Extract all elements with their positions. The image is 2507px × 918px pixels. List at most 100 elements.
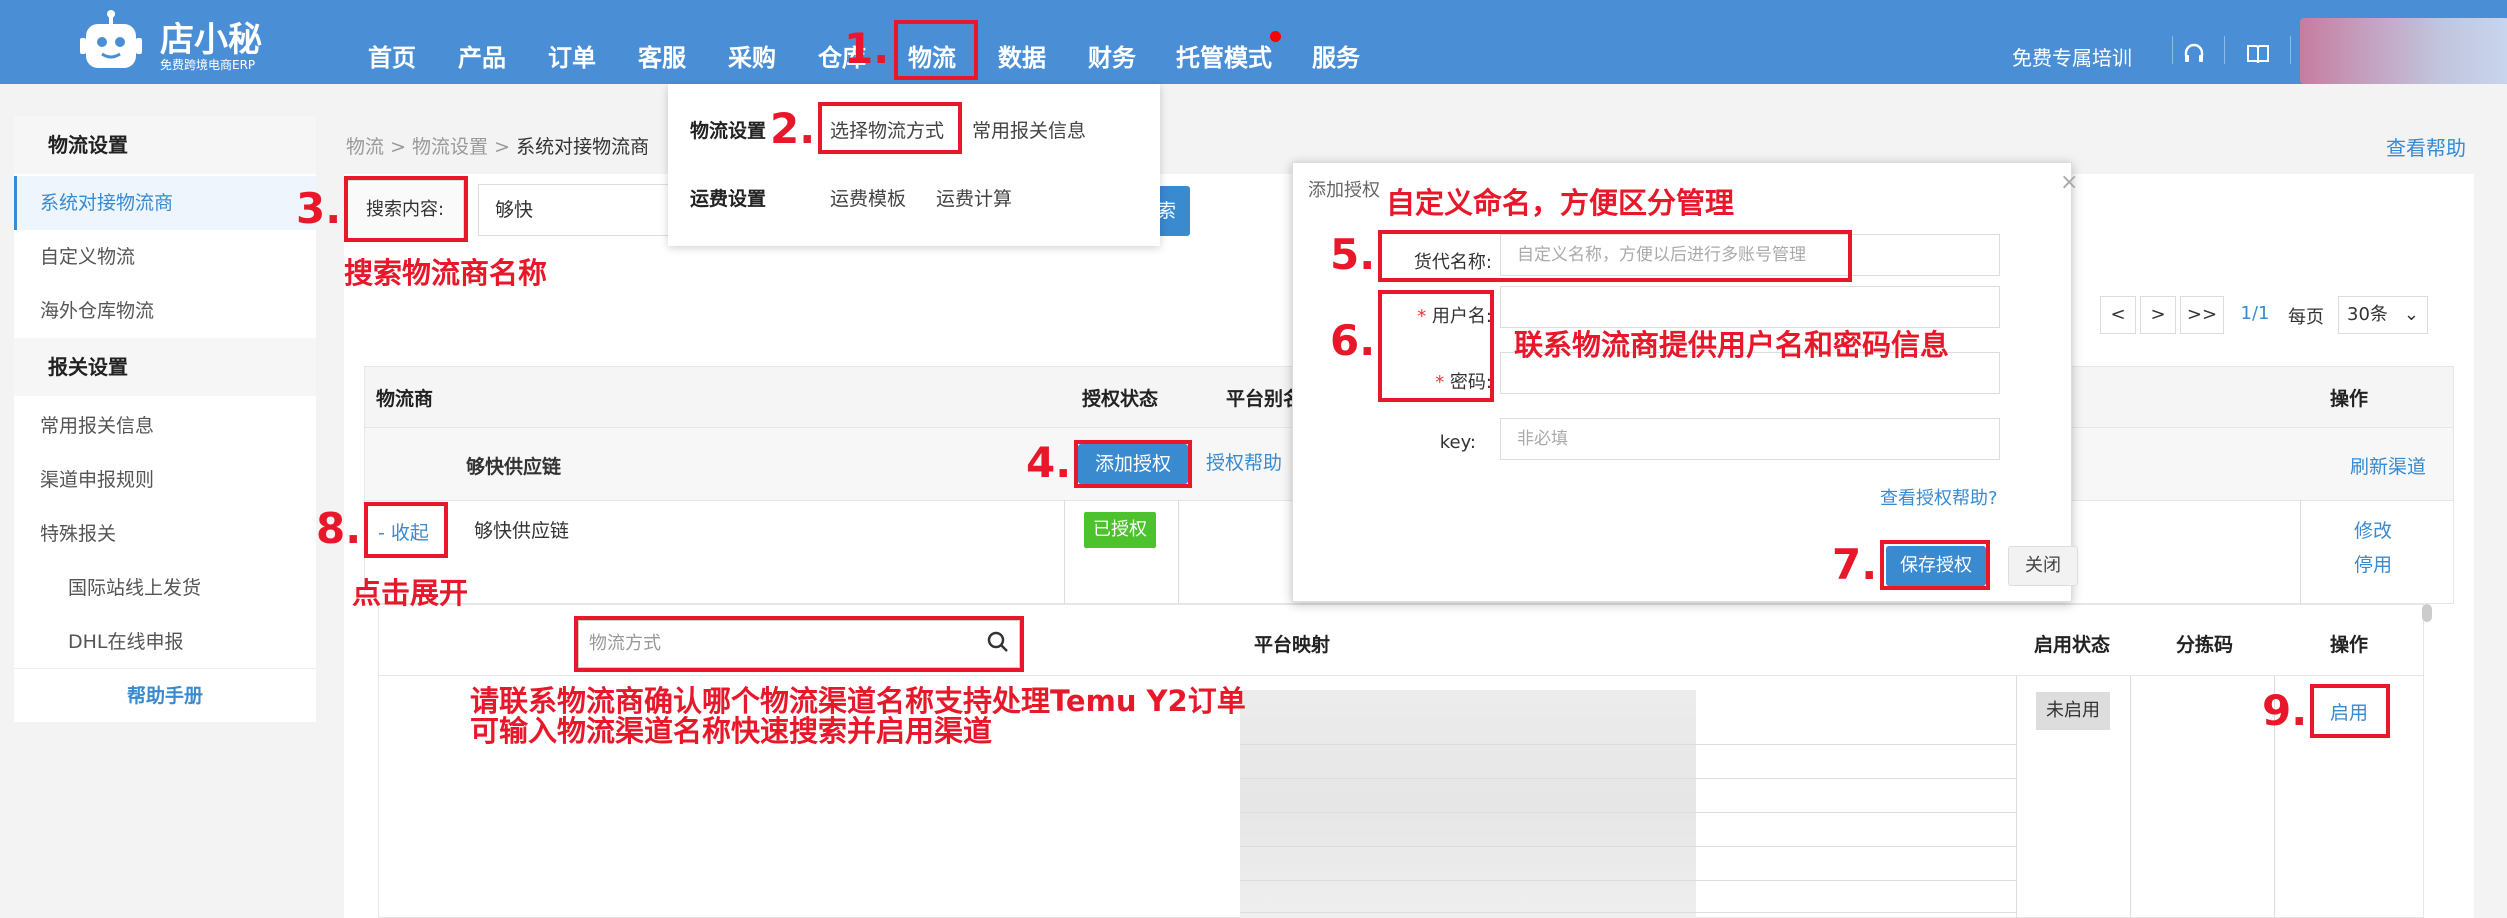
row-line (1240, 812, 2016, 813)
left-sidebar: 物流设置 系统对接物流商 自定义物流 海外仓库物流 报关设置 常用报关信息 渠道… (14, 116, 316, 722)
dropdown-section-freight: 运费设置 (690, 188, 767, 210)
sidebar-item-intl-online-shipping[interactable]: 国际站线上发货 (14, 561, 316, 615)
free-training-link[interactable]: 免费专属培训 (2012, 42, 2132, 71)
disable-link[interactable]: 停用 (2354, 550, 2392, 577)
view-auth-help-link[interactable]: 查看授权帮助? (1880, 484, 1998, 510)
row-divider (2300, 500, 2301, 604)
menu-item-freight-template[interactable]: 运费模板 (830, 184, 906, 211)
sidebar-item-system-carriers[interactable]: 系统对接物流商 (14, 176, 316, 230)
book-icon[interactable] (2246, 43, 2270, 69)
per-page-label: 每页 (2288, 307, 2324, 328)
breadcrumb-logistics-settings[interactable]: 物流设置 (412, 136, 488, 158)
dialog-title: 添加授权 (1308, 180, 1380, 201)
annotation-number-6: 6. (1330, 316, 1376, 365)
nav-customer-service[interactable]: 客服 (638, 38, 686, 73)
key-input[interactable]: 非必填 (1500, 418, 2000, 460)
nav-home[interactable]: 首页 (368, 38, 416, 73)
sidebar-item-overseas-warehouse[interactable]: 海外仓库物流 (14, 284, 316, 338)
per-page-select[interactable]: 30条 ⌄ (2338, 296, 2428, 334)
annotation-note-6: 联系物流商提供用户名和密码信息 (1514, 328, 1950, 362)
nav-orders[interactable]: 订单 (548, 38, 596, 73)
scrollbar-thumb[interactable] (2422, 604, 2432, 622)
nav-divider (2290, 36, 2291, 64)
nav-services[interactable]: 服务 (1312, 38, 1360, 73)
row-line (1240, 912, 2016, 913)
annotation-box-1 (894, 20, 978, 80)
col-channel-ops: 操作 (2330, 634, 2369, 656)
row-line (1240, 846, 2016, 847)
col-enable-status: 启用状态 (2034, 634, 2111, 656)
close-icon[interactable]: × (2060, 170, 2078, 195)
refresh-channels-link[interactable]: 刷新渠道 (2350, 452, 2426, 479)
annotation-note-5: 自定义命名，方便区分管理 (1386, 186, 1735, 220)
nav-finance[interactable]: 财务 (1088, 38, 1136, 73)
pager-next-button[interactable]: > (2140, 296, 2176, 334)
user-account-blurred[interactable] (2300, 18, 2507, 84)
pager-prev-button[interactable]: < (2100, 296, 2136, 334)
annotation-number-7: 7. (1832, 540, 1878, 589)
col-carrier: 物流商 (376, 388, 434, 410)
annotation-number-2: 2. (770, 104, 816, 153)
sidebar-item-common-customs[interactable]: 常用报关信息 (14, 399, 316, 453)
sidebar-section-customs: 报关设置 (14, 338, 316, 396)
col-auth-status: 授权状态 (1082, 388, 1159, 410)
nav-products[interactable]: 产品 (458, 38, 506, 73)
annotation-box-7 (1880, 540, 1990, 590)
sidebar-item-special-customs[interactable]: 特殊报关 (14, 507, 316, 561)
brand-subtitle: 免费跨境电商ERP (160, 58, 256, 72)
annotation-box-4 (1074, 440, 1192, 488)
nav-divider (2172, 36, 2173, 64)
annotation-number-4: 4. (1026, 438, 1072, 487)
annotation-note-8: 点击展开 (352, 576, 469, 610)
annotation-number-3: 3. (296, 184, 342, 233)
breadcrumb-current: 系统对接物流商 (516, 136, 650, 158)
col-platform-mapping: 平台映射 (1254, 634, 1331, 656)
annotation-box-search (574, 616, 1024, 672)
close-dialog-button[interactable]: 关闭 (2008, 546, 2078, 586)
sidebar-item-dhl-online[interactable]: DHL在线申报 (14, 615, 316, 669)
carrier-group-name: 够快供应链 (466, 456, 562, 478)
headset-icon[interactable] (2182, 42, 2206, 70)
col-platform-alias: 平台别名 (1226, 388, 1303, 410)
annotation-number-5: 5. (1330, 230, 1376, 279)
help-manual-link[interactable]: 帮助手册 (14, 668, 316, 722)
annotation-box-6 (1378, 290, 1494, 402)
menu-item-customs-info[interactable]: 常用报关信息 (972, 116, 1086, 143)
row-divider (1064, 500, 1065, 604)
annotation-box-3 (344, 176, 468, 242)
annotation-number-9: 9. (2262, 686, 2308, 735)
annotation-box-9 (2310, 684, 2390, 738)
sidebar-item-channel-rules[interactable]: 渠道申报规则 (14, 453, 316, 507)
row-divider (1178, 500, 1179, 604)
annotation-note-3: 搜索物流商名称 (344, 256, 548, 290)
annotation-box-2 (818, 102, 962, 154)
sub-divider (2130, 676, 2131, 918)
breadcrumb-logistics[interactable]: 物流 (346, 136, 384, 158)
view-help-link[interactable]: 查看帮助 (2386, 132, 2466, 161)
row-line (1240, 744, 2016, 745)
pager-page-indicator: 1/1 (2230, 296, 2280, 334)
annotation-box-8 (364, 502, 448, 558)
col-sort-code: 分拣码 (2176, 634, 2234, 656)
breadcrumb-separator: > (390, 136, 406, 158)
nav-data[interactable]: 数据 (998, 38, 1046, 73)
authorized-badge: 已授权 (1084, 512, 1156, 548)
row-line (1240, 778, 2016, 779)
status-badge: 未启用 (2036, 692, 2110, 730)
breadcrumb-separator: > (494, 136, 511, 158)
annotation-number-1: 1. (844, 24, 890, 73)
nav-purchase[interactable]: 采购 (728, 38, 776, 73)
brand-name[interactable]: 店小秘 (160, 12, 262, 61)
edit-link[interactable]: 修改 (2354, 516, 2392, 543)
menu-item-freight-calc[interactable]: 运费计算 (936, 184, 1012, 211)
authorization-help-link[interactable]: 授权帮助 (1206, 448, 1282, 475)
sidebar-item-custom-logistics[interactable]: 自定义物流 (14, 230, 316, 284)
key-label: key: (1439, 432, 1476, 453)
pager-last-button[interactable]: >> (2180, 296, 2224, 334)
notification-dot (1270, 31, 1281, 42)
annotation-box-5 (1378, 230, 1852, 282)
annotation-number-8: 8. (316, 504, 362, 553)
sub-divider (2016, 676, 2017, 918)
col-operations: 操作 (2330, 388, 2369, 410)
nav-managed-mode[interactable]: 托管模式 (1176, 38, 1272, 73)
